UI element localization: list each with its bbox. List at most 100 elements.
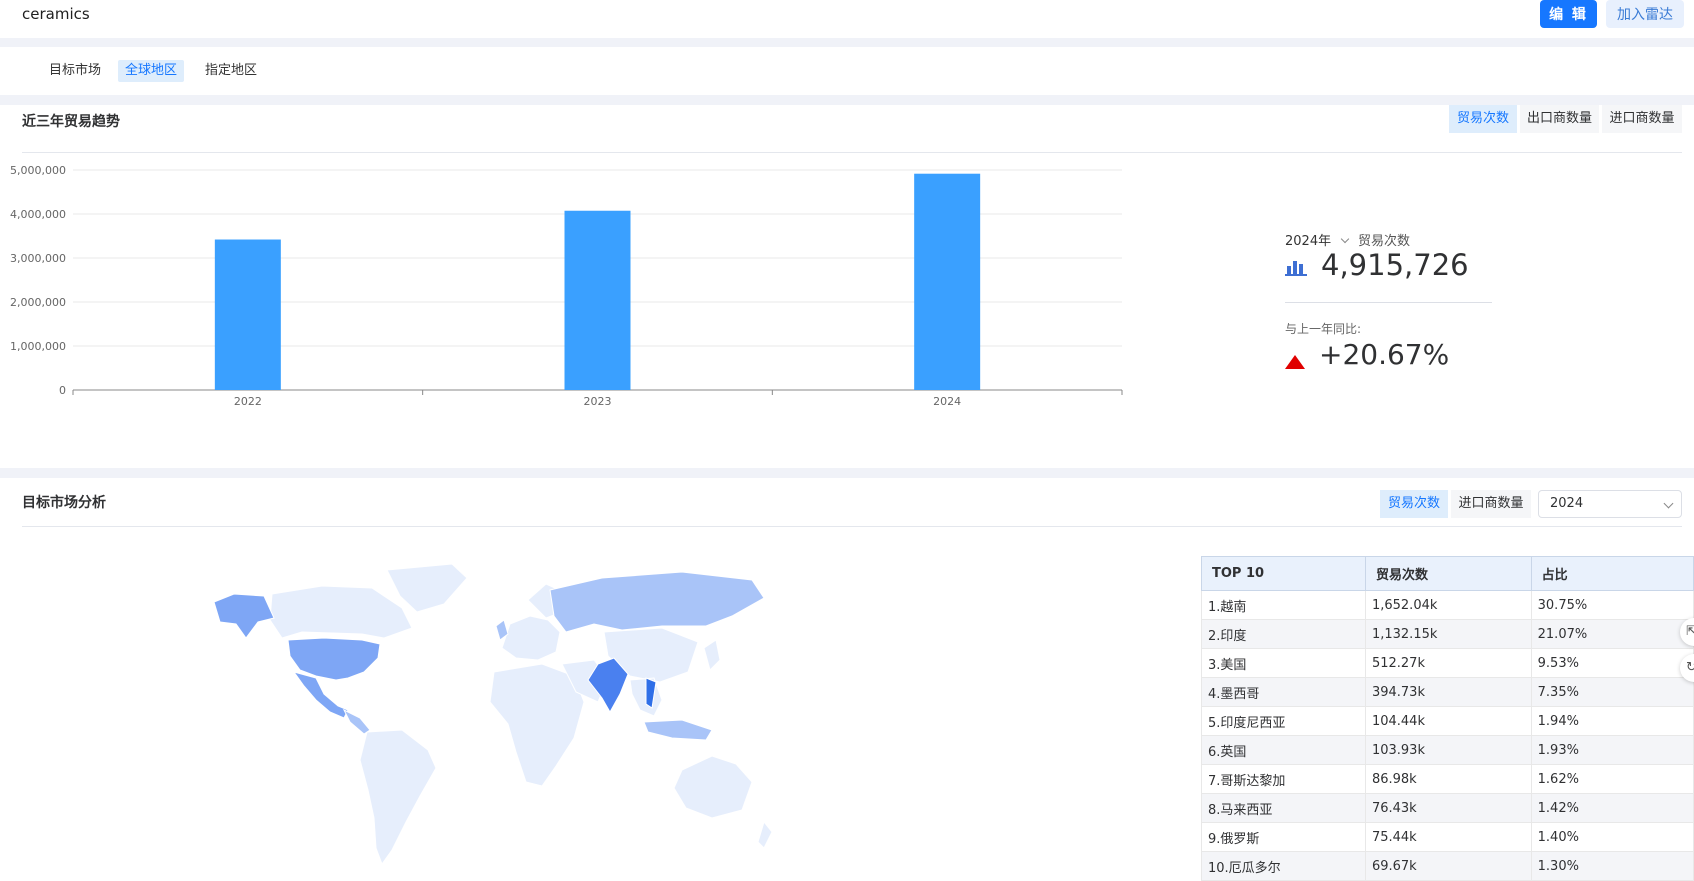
- table-cell-share: 1.40%: [1530, 822, 1694, 852]
- year-select[interactable]: 2024: [1538, 490, 1682, 518]
- top10-market-table: TOP 10 贸易次数 占比 1.越南 1,652.04k 30.75% 2.印度 1,…: [1201, 556, 1694, 881]
- table-cell-country: 2.印度: [1201, 619, 1366, 649]
- table-cell-trade-count: 76.43k: [1364, 793, 1532, 823]
- target-market-section: 目标市场分析 贸易次数 进口商数量 2024 TOP 10 贸易次数 占比 1.…: [0, 478, 1694, 881]
- chevron-down-icon: [1340, 234, 1350, 244]
- table-cell-share: 1.42%: [1530, 793, 1694, 823]
- table-row: 4.墨西哥 394.73k 7.35%: [1201, 677, 1694, 707]
- table-header-trade-count: 贸易次数: [1364, 556, 1532, 591]
- y-tick-label: 1,000,000: [10, 340, 66, 353]
- trend-toggle-exporter-count[interactable]: 出口商数量: [1520, 105, 1599, 133]
- add-to-radar-button[interactable]: 加入雷达: [1606, 0, 1684, 28]
- table-cell-country: 7.哥斯达黎加: [1201, 764, 1366, 794]
- table-cell-share: 21.07%: [1530, 619, 1694, 649]
- trade-trend-section: 近三年贸易趋势 贸易次数 出口商数量 进口商数量 0 1,000,000 2,000…: [0, 105, 1694, 468]
- table-cell-country: 8.马来西亚: [1201, 793, 1366, 823]
- table-row: 2.印度 1,132.15k 21.07%: [1201, 619, 1694, 649]
- table-cell-trade-count: 103.93k: [1364, 735, 1532, 765]
- tab-specified-region[interactable]: 指定地区: [198, 60, 264, 82]
- map-region-new-zealand[interactable]: [757, 820, 773, 849]
- stat-compare-label: 与上一年同比:: [1285, 322, 1362, 336]
- world-map[interactable]: [212, 560, 832, 870]
- map-region-alaska[interactable]: [213, 593, 275, 639]
- table-cell-share: 9.53%: [1530, 648, 1694, 678]
- x-tick-label: 2022: [234, 395, 262, 408]
- table-cell-trade-count: 69.67k: [1364, 851, 1532, 881]
- map-region-africa[interactable]: [489, 663, 585, 787]
- table-header-row: TOP 10 贸易次数 占比: [1201, 556, 1694, 591]
- map-region-russia[interactable]: [549, 571, 765, 633]
- table-header-rank: TOP 10: [1201, 556, 1366, 591]
- table-cell-share: 1.94%: [1530, 706, 1694, 736]
- y-tick-label: 4,000,000: [10, 208, 66, 221]
- bar-2022[interactable]: [214, 239, 281, 390]
- bar-chart-icon: [1285, 261, 1307, 276]
- table-cell-trade-count: 75.44k: [1364, 822, 1532, 852]
- table-cell-share: 7.35%: [1530, 677, 1694, 707]
- table-row: 7.哥斯达黎加 86.98k 1.62%: [1201, 764, 1694, 794]
- x-tick-label: 2024: [933, 395, 961, 408]
- stat-divider: [1285, 302, 1492, 303]
- table-cell-trade-count: 86.98k: [1364, 764, 1532, 794]
- market-section-title: 目标市场分析: [22, 495, 106, 511]
- table-cell-share: 1.62%: [1530, 764, 1694, 794]
- market-divider: [22, 526, 1682, 527]
- table-row: 1.越南 1,652.04k 30.75%: [1201, 590, 1694, 620]
- table-cell-trade-count: 1,652.04k: [1364, 590, 1532, 620]
- bar-2023[interactable]: [564, 210, 631, 390]
- header-bar: ceramics 编 辑 加入雷达: [0, 0, 1694, 38]
- y-tick-label: 5,000,000: [10, 164, 66, 177]
- table-cell-country: 9.俄罗斯: [1201, 822, 1366, 852]
- market-toggle-importer-count[interactable]: 进口商数量: [1451, 490, 1531, 518]
- table-row: 9.俄罗斯 75.44k 1.40%: [1201, 822, 1694, 852]
- edit-button[interactable]: 编 辑: [1540, 0, 1597, 28]
- stat-year-dropdown[interactable]: 2024年: [1285, 230, 1350, 249]
- map-region-greenland[interactable]: [386, 563, 468, 613]
- table-cell-country: 1.越南: [1201, 590, 1366, 620]
- map-region-japan[interactable]: [703, 639, 721, 671]
- table-cell-share: 1.30%: [1530, 851, 1694, 881]
- table-cell-country: 6.英国: [1201, 735, 1366, 765]
- app-title: ceramics: [22, 5, 90, 23]
- map-region-europe[interactable]: [501, 615, 561, 661]
- map-region-canada[interactable]: [269, 585, 413, 639]
- table-cell-trade-count: 104.44k: [1364, 706, 1532, 736]
- table-cell-trade-count: 394.73k: [1364, 677, 1532, 707]
- region-tabs: 目标市场 全球地区 指定地区: [0, 47, 1694, 95]
- stat-value: 4,915,726: [1321, 248, 1469, 282]
- map-region-south-america[interactable]: [359, 729, 437, 866]
- bar-2024[interactable]: [914, 173, 981, 390]
- table-row: 5.印度尼西亚 104.44k 1.94%: [1201, 706, 1694, 736]
- stat-metric-label: 贸易次数: [1358, 234, 1411, 249]
- table-cell-country: 5.印度尼西亚: [1201, 706, 1366, 736]
- table-cell-share: 30.75%: [1530, 590, 1694, 620]
- table-row: 6.英国 103.93k 1.93%: [1201, 735, 1694, 765]
- table-cell-country: 4.墨西哥: [1201, 677, 1366, 707]
- stat-change-value: +20.67%: [1319, 338, 1450, 371]
- chevron-down-icon: [1663, 498, 1674, 509]
- table-cell-country: 3.美国: [1201, 648, 1366, 678]
- arrow-up-icon: [1285, 355, 1305, 369]
- map-region-australia[interactable]: [673, 755, 753, 819]
- table-cell-trade-count: 1,132.15k: [1364, 619, 1532, 649]
- y-tick-label: 2,000,000: [10, 296, 66, 309]
- map-region-central-america[interactable]: [342, 708, 371, 735]
- trade-trend-bar-chart: 0 1,000,000 2,000,000 3,000,000 4,000,000 5,0…: [10, 164, 1123, 408]
- trend-toggle-importer-count[interactable]: 进口商数量: [1602, 105, 1682, 133]
- x-tick-label: 2023: [584, 395, 612, 408]
- table-header-share: 占比: [1530, 556, 1694, 591]
- table-cell-trade-count: 512.27k: [1364, 648, 1532, 678]
- tab-global-region[interactable]: 全球地区: [118, 60, 185, 82]
- y-tick-label: 3,000,000: [10, 252, 66, 265]
- table-row: 3.美国 512.27k 9.53%: [1201, 648, 1694, 678]
- year-select-value: 2024: [1550, 496, 1584, 511]
- tab-target-market[interactable]: 目标市场: [42, 60, 108, 82]
- table-row: 8.马来西亚 76.43k 1.42%: [1201, 793, 1694, 823]
- table-row: 10.厄瓜多尔 69.67k 1.30%: [1201, 851, 1694, 881]
- market-toggle-trade-count[interactable]: 贸易次数: [1380, 490, 1448, 518]
- table-cell-country: 10.厄瓜多尔: [1201, 851, 1366, 881]
- stat-year-label: 2024年: [1285, 234, 1332, 249]
- trend-toggle-trade-count[interactable]: 贸易次数: [1449, 105, 1517, 133]
- table-cell-share: 1.93%: [1530, 735, 1694, 765]
- map-region-indonesia[interactable]: [643, 719, 713, 741]
